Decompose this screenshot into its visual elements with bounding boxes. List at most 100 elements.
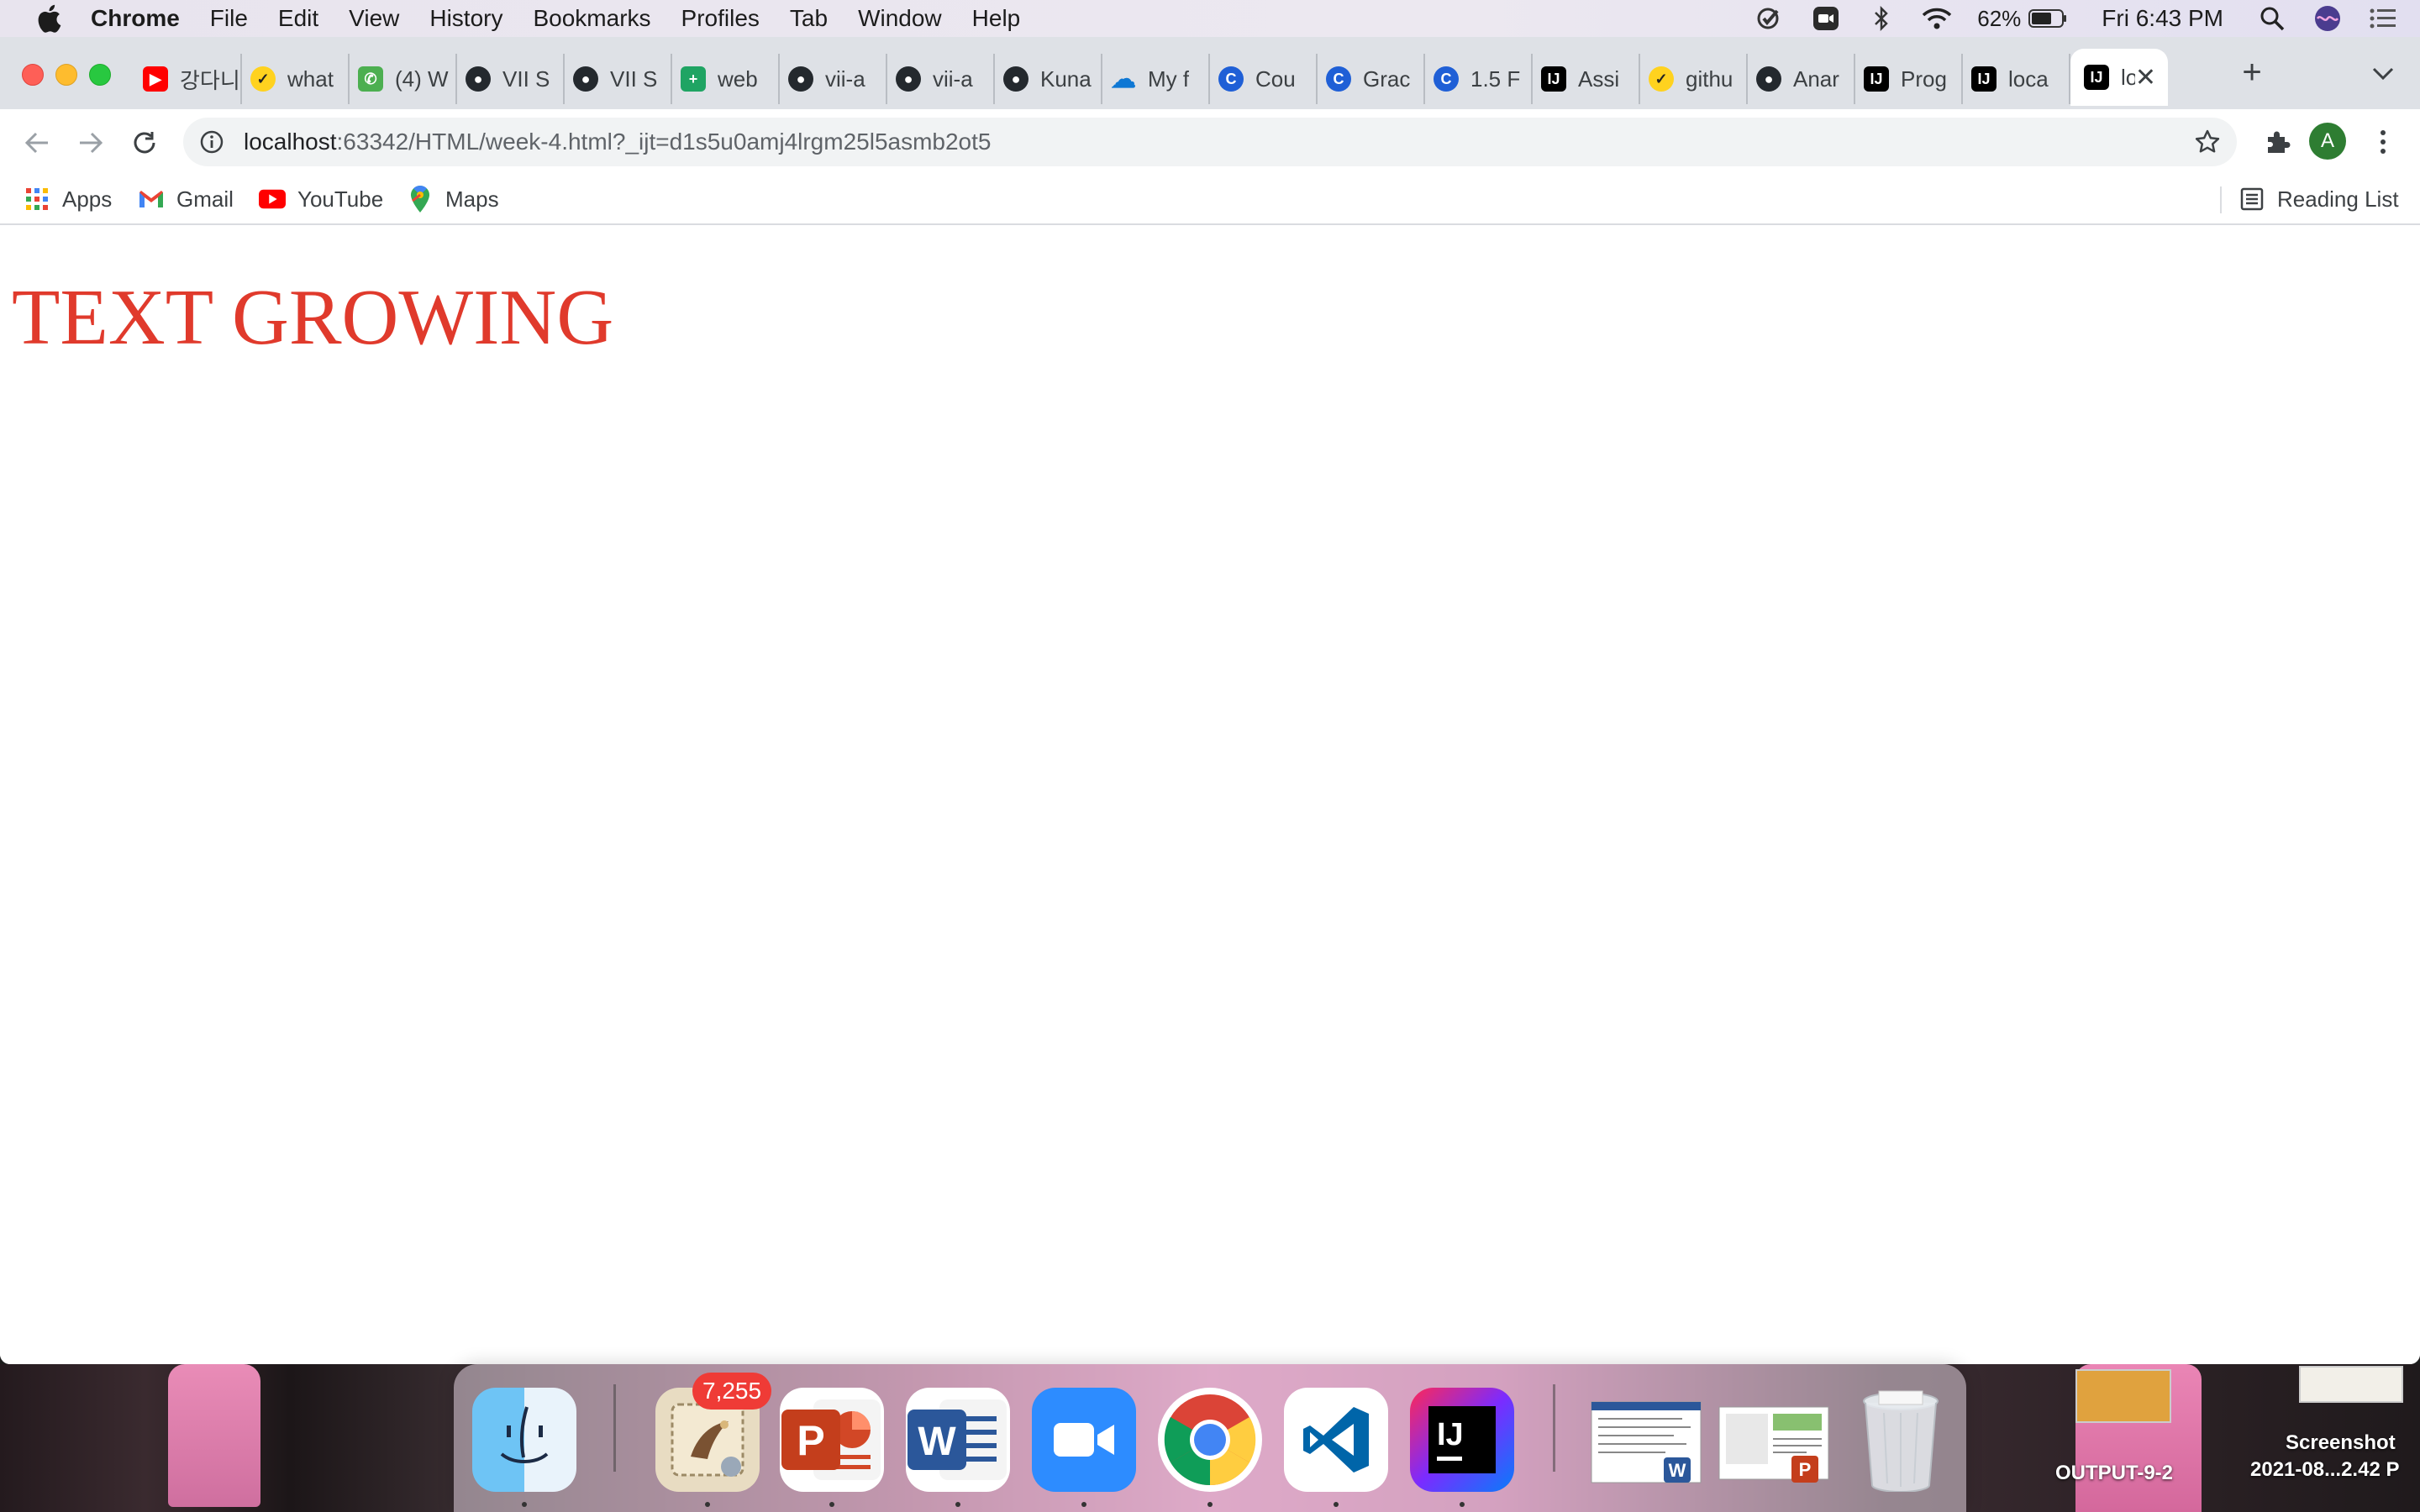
reload-icon[interactable]: [128, 126, 161, 160]
browser-tab[interactable]: IJ loca: [1963, 54, 2070, 104]
menubar-clock[interactable]: Fri 6:43 PM: [2102, 5, 2223, 32]
tab-search-chevron-icon[interactable]: [2370, 60, 2396, 87]
screenshot-label-line-2[interactable]: 2021-08...2.42 P: [2250, 1458, 2399, 1482]
screenshot-label-line-1[interactable]: Screenshot: [2286, 1431, 2396, 1455]
battery-icon[interactable]: [2028, 6, 2068, 31]
browser-tab[interactable]: C Cou: [1210, 54, 1318, 104]
bookmark-youtube[interactable]: YouTube: [259, 181, 383, 217]
browser-tab[interactable]: ▶ 강다니: [134, 54, 242, 104]
documents-stack-icon[interactable]: P: [1714, 1388, 1832, 1492]
menu-help[interactable]: Help: [972, 5, 1021, 32]
bookmark-star-icon[interactable]: [2193, 128, 2222, 156]
battery-percent: 62%: [1977, 5, 2022, 31]
menu-history[interactable]: History: [429, 5, 502, 32]
back-arrow-icon[interactable]: [20, 126, 54, 160]
tab-title: vii-a: [825, 66, 865, 92]
tab-title: githu: [1686, 66, 1733, 92]
extensions-puzzle-icon[interactable]: [2260, 124, 2296, 160]
profile-avatar[interactable]: A: [2309, 123, 2346, 160]
maps-pin-icon: [407, 186, 434, 213]
zoom-icon[interactable]: [1032, 1388, 1136, 1492]
bookmarks-separator: [2220, 186, 2222, 213]
site-info-icon[interactable]: [197, 127, 227, 157]
url-host: localhost: [244, 129, 337, 155]
menu-file[interactable]: File: [210, 5, 248, 32]
running-indicator: [1334, 1502, 1339, 1507]
apple-logo-icon[interactable]: [30, 0, 67, 37]
browser-tab[interactable]: ☁ My f: [1102, 54, 1210, 104]
word-icon[interactable]: W: [906, 1388, 1010, 1492]
browser-tab[interactable]: C Grac: [1318, 54, 1425, 104]
menu-edit[interactable]: Edit: [278, 5, 318, 32]
address-bar[interactable]: localhost:63342/HTML/week-4.html?_ijt=d1…: [183, 118, 2237, 166]
forward-arrow-icon[interactable]: [74, 126, 108, 160]
macos-dock: 7,255 P W IJ W P: [454, 1364, 1966, 1512]
spotlight-search-icon[interactable]: [2257, 6, 2287, 31]
github-icon: ●: [788, 66, 813, 92]
trash-icon[interactable]: [1849, 1388, 1953, 1492]
norton-status-icon[interactable]: [1755, 6, 1786, 31]
finder-icon[interactable]: [472, 1388, 576, 1492]
browser-tab[interactable]: ✓ what: [242, 54, 350, 104]
browser-tab[interactable]: ● Kuna: [995, 54, 1102, 104]
bookmark-maps[interactable]: Maps: [407, 181, 499, 217]
new-tab-button[interactable]: +: [2235, 54, 2269, 91]
browser-tab[interactable]: C 1.5 F: [1425, 54, 1533, 104]
bluetooth-icon[interactable]: [1866, 6, 1897, 31]
screenshot-thumbnail[interactable]: [2299, 1366, 2403, 1403]
running-indicator: [1207, 1502, 1213, 1507]
browser-tab[interactable]: + web: [672, 54, 780, 104]
chrome-icon[interactable]: [1158, 1388, 1262, 1492]
bookmark-label: YouTube: [297, 186, 384, 212]
browser-tab[interactable]: ✆ (4) W: [350, 54, 457, 104]
svg-text:P: P: [797, 1417, 824, 1464]
control-center-icon[interactable]: [2368, 6, 2398, 31]
minimize-window-button[interactable]: [55, 64, 77, 86]
bookmark-apps[interactable]: Apps: [24, 181, 112, 217]
powerpoint-icon[interactable]: P: [780, 1388, 884, 1492]
youtube-icon: ▶: [143, 66, 168, 92]
dock-separator: [1553, 1384, 1555, 1472]
tab-title: 강다니: [180, 67, 240, 93]
browser-tab[interactable]: IJ Prog: [1855, 54, 1963, 104]
github-icon: ●: [573, 66, 598, 92]
active-browser-tab[interactable]: IJ lo ✕: [2070, 49, 2168, 106]
apps-grid-icon: [24, 186, 50, 213]
reading-list-button[interactable]: Reading List: [2238, 181, 2399, 217]
chrome-menu-icon[interactable]: [2368, 124, 2398, 160]
intellij-icon: IJ: [1541, 66, 1566, 92]
menu-view[interactable]: View: [349, 5, 399, 32]
tab-title: (4) W: [395, 66, 449, 92]
norton-check-icon: ✓: [1649, 66, 1674, 92]
menu-tab[interactable]: Tab: [790, 5, 828, 32]
reading-list-icon: [2238, 186, 2265, 213]
menu-window[interactable]: Window: [858, 5, 942, 32]
browser-tab[interactable]: ✓ githu: [1640, 54, 1748, 104]
browser-tab[interactable]: ● vii-a: [780, 54, 887, 104]
menu-profiles[interactable]: Profiles: [681, 5, 760, 32]
browser-toolbar: localhost:63342/HTML/week-4.html?_ijt=d1…: [0, 109, 2420, 175]
intellij-idea-icon[interactable]: IJ: [1410, 1388, 1514, 1492]
wifi-icon[interactable]: [1922, 6, 1952, 31]
tab-title: lo: [2121, 64, 2135, 90]
browser-tab[interactable]: ● VII S: [565, 54, 672, 104]
siri-icon[interactable]: [2312, 6, 2343, 31]
close-tab-icon[interactable]: ✕: [2135, 63, 2156, 92]
close-window-button[interactable]: [22, 64, 44, 86]
url-text[interactable]: localhost:63342/HTML/week-4.html?_ijt=d1…: [244, 129, 991, 155]
bookmark-gmail[interactable]: Gmail: [138, 181, 234, 217]
vscode-icon[interactable]: [1284, 1388, 1388, 1492]
fullscreen-window-button[interactable]: [89, 64, 111, 86]
browser-tab[interactable]: ● Anar: [1748, 54, 1855, 104]
zoom-status-icon[interactable]: [1811, 6, 1841, 31]
downloads-stack-icon[interactable]: W: [1586, 1388, 1704, 1492]
browser-tab[interactable]: IJ Assi: [1533, 54, 1640, 104]
wallpaper-figure-left: [168, 1364, 260, 1507]
desktop-file-thumbnail[interactable]: [2075, 1369, 2171, 1423]
menu-app-name[interactable]: Chrome: [91, 5, 180, 32]
browser-tab[interactable]: ● VII S: [457, 54, 565, 104]
tab-title: Kuna: [1040, 66, 1092, 92]
menu-bookmarks[interactable]: Bookmarks: [533, 5, 650, 32]
desktop-file-label[interactable]: OUTPUT-9-2: [2055, 1462, 2173, 1485]
browser-tab[interactable]: ● vii-a: [887, 54, 995, 104]
